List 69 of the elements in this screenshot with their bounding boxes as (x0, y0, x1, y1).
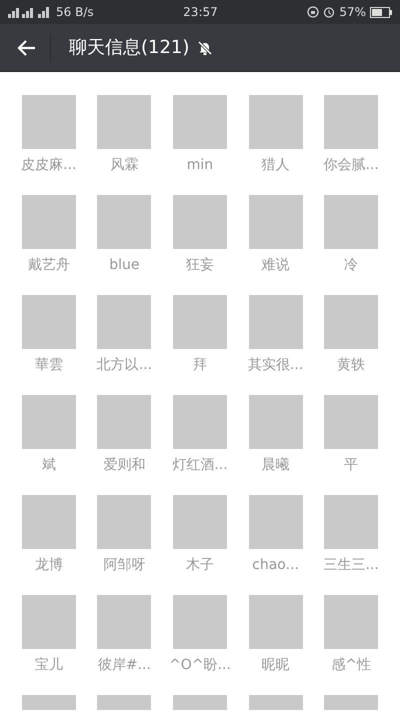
avatar-photo-placeholder[interactable] (22, 495, 76, 549)
avatar-photo-placeholder[interactable] (324, 495, 378, 549)
member-name: 三生三... (323, 556, 379, 575)
member-name: 拜 (192, 356, 207, 375)
member-name: 风霖 (110, 156, 138, 175)
member-name: 華雲 (34, 356, 63, 375)
avatar-photo-placeholder[interactable] (172, 195, 227, 249)
member-name: 斌 (42, 456, 56, 475)
avatar-photo-placeholder[interactable] (97, 295, 152, 349)
avatar-photo-placeholder[interactable] (248, 595, 303, 649)
member-name: 其实很... (248, 356, 304, 375)
member-name: 感^性 (331, 656, 372, 675)
member-name: 你会腻... (323, 156, 379, 175)
alarm-icon (323, 6, 336, 18)
avatar-photo-placeholder[interactable] (248, 295, 303, 349)
clock-time: 23:57 (183, 4, 218, 21)
avatar-photo-placeholder[interactable] (172, 595, 227, 649)
avatar-photo-placeholder[interactable] (248, 395, 303, 449)
avatar-photo-placeholder[interactable] (248, 95, 303, 149)
member-name: 昵昵 (262, 656, 290, 675)
member-name: min (186, 156, 214, 175)
member-name: 冷 (344, 256, 358, 275)
avatar-photo-placeholder[interactable] (324, 395, 378, 449)
avatar-photo-placeholder[interactable] (324, 295, 378, 349)
avatar-photo-placeholder[interactable] (97, 595, 152, 649)
member-name: 宝儿 (34, 656, 63, 675)
member-name: 皮皮麻... (21, 156, 76, 175)
member-name: 平 (344, 456, 358, 475)
member-name: 木子 (186, 556, 214, 575)
chat-info-title: 聊天信息(121) (69, 36, 190, 60)
avatar-photo-placeholder[interactable] (97, 495, 152, 549)
network-speed: 56 B/s (56, 4, 94, 21)
back-arrow-icon[interactable] (16, 38, 36, 56)
avatar-photo-placeholder[interactable] (97, 95, 152, 149)
member-name: chao... (252, 556, 299, 575)
member-name: 戴艺舟 (28, 256, 70, 275)
avatar-photo-placeholder[interactable] (324, 95, 378, 149)
avatar-photo-placeholder[interactable] (22, 595, 76, 649)
member-name: 彼岸#... (98, 656, 151, 675)
avatar-photo-placeholder[interactable] (172, 495, 227, 549)
avatar-photo-placeholder[interactable] (22, 295, 76, 349)
member-name: 猎人 (262, 156, 290, 175)
member-name: 爱则和 (103, 456, 146, 475)
signal-icon (8, 6, 52, 18)
avatar-photo-placeholder[interactable] (97, 395, 152, 449)
lock-icon (307, 6, 320, 18)
member-name: 龙博 (34, 556, 63, 575)
avatar-photo-placeholder[interactable] (172, 395, 227, 449)
member-name: 黄轶 (337, 356, 366, 375)
avatar-photo-placeholder[interactable] (22, 395, 76, 449)
battery-icon (370, 6, 392, 18)
member-name: 狂妄 (186, 256, 214, 275)
avatar-photo-placeholder[interactable] (172, 95, 227, 149)
avatar-photo-placeholder[interactable] (248, 195, 303, 249)
avatar-photo-placeholder[interactable] (172, 295, 227, 349)
avatar-photo-placeholder[interactable] (22, 195, 76, 249)
avatar-photo-placeholder[interactable] (22, 95, 76, 149)
member-name: 晨曦 (262, 456, 290, 475)
member-name: blue (109, 256, 140, 275)
avatar-photo-placeholder[interactable] (324, 595, 378, 649)
member-name: 灯红酒... (172, 456, 228, 475)
member-name: 阿邹呀 (103, 556, 146, 575)
member-name: 难说 (262, 256, 290, 275)
battery-level: 57% (339, 4, 366, 21)
member-name: 北方以... (96, 356, 152, 375)
avatar-photo-placeholder[interactable] (324, 195, 378, 249)
avatar-photo-placeholder[interactable] (97, 195, 152, 249)
avatar-photo-placeholder[interactable] (248, 495, 303, 549)
member-name: ^O^盼... (169, 656, 231, 675)
